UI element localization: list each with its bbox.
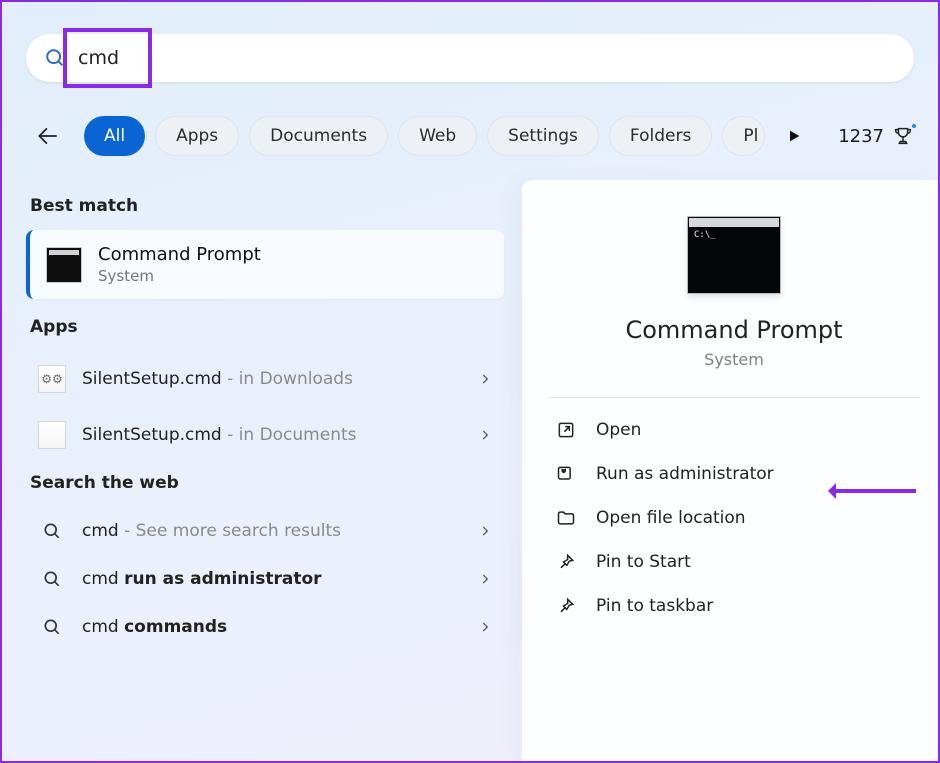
shield-icon xyxy=(554,464,578,484)
web-result-text: cmd - See more search results xyxy=(82,521,462,541)
section-web: Search the web xyxy=(30,473,500,493)
web-result[interactable]: cmd run as administrator xyxy=(26,555,504,603)
chevron-right-icon[interactable] xyxy=(478,572,492,586)
section-apps: Apps xyxy=(30,317,500,337)
action-open[interactable]: Open xyxy=(548,408,920,452)
chevron-right-icon[interactable] xyxy=(478,524,492,538)
filter-bar: AllAppsDocumentsWebSettingsFoldersPl 123… xyxy=(26,112,914,160)
app-result-text: SilentSetup.cmd - in Documents xyxy=(82,425,462,445)
search-icon xyxy=(38,617,66,637)
filter-pill-apps[interactable]: Apps xyxy=(155,116,239,156)
open-icon xyxy=(554,420,578,440)
best-match-subtitle: System xyxy=(98,267,261,285)
filter-pill-documents[interactable]: Documents xyxy=(249,116,388,156)
action-label: Pin to Start xyxy=(596,552,691,572)
chevron-right-icon[interactable] xyxy=(478,372,492,386)
filter-pill-web[interactable]: Web xyxy=(398,116,477,156)
app-result[interactable]: SilentSetup.cmd - in Documents xyxy=(26,407,504,463)
action-label: Open xyxy=(596,420,641,440)
detail-title: Command Prompt xyxy=(548,316,920,344)
action-label: Pin to taskbar xyxy=(596,596,713,616)
back-button[interactable] xyxy=(26,114,70,158)
web-result[interactable]: cmd commands xyxy=(26,603,504,651)
filter-pill-all[interactable]: All xyxy=(84,116,145,156)
app-result[interactable]: ⚙⚙ SilentSetup.cmd - in Downloads xyxy=(26,351,504,407)
detail-app-icon xyxy=(687,216,781,294)
search-icon xyxy=(44,47,66,69)
chevron-right-icon[interactable] xyxy=(478,428,492,442)
best-match-result[interactable]: Command Prompt System xyxy=(26,230,504,299)
action-label: Run as administrator xyxy=(596,464,774,484)
trophy-icon xyxy=(892,125,914,147)
app-result-text: SilentSetup.cmd - in Downloads xyxy=(82,369,462,389)
search-bar[interactable] xyxy=(26,34,914,82)
pin-icon xyxy=(554,596,578,616)
rewards-points[interactable]: 1237 xyxy=(838,125,914,147)
best-match-title: Command Prompt xyxy=(98,244,261,265)
web-result-text: cmd commands xyxy=(82,617,462,637)
section-best-match: Best match xyxy=(30,196,500,216)
results-column: Best match Command Prompt System Apps ⚙⚙… xyxy=(2,180,522,761)
web-result-text: cmd run as administrator xyxy=(82,569,462,589)
search-icon xyxy=(38,521,66,541)
filter-pill-pl[interactable]: Pl xyxy=(722,116,765,156)
search-icon xyxy=(38,569,66,589)
cmd-icon xyxy=(46,247,82,283)
action-pintask[interactable]: Pin to taskbar xyxy=(548,584,920,628)
filter-pill-settings[interactable]: Settings xyxy=(487,116,599,156)
rewards-points-value: 1237 xyxy=(838,126,884,147)
folder-icon xyxy=(554,508,578,528)
web-result[interactable]: cmd - See more search results xyxy=(26,507,504,555)
file-icon xyxy=(38,421,66,449)
detail-subtitle: System xyxy=(548,350,920,369)
action-label: Open file location xyxy=(596,508,746,528)
search-input[interactable] xyxy=(78,47,896,69)
filter-scroll-forward[interactable] xyxy=(777,119,811,153)
file-icon: ⚙⚙ xyxy=(38,365,66,393)
pin-icon xyxy=(554,552,578,572)
action-loc[interactable]: Open file location xyxy=(548,496,920,540)
annotation-arrow-run-admin xyxy=(832,489,916,493)
action-pinstart[interactable]: Pin to Start xyxy=(548,540,920,584)
divider xyxy=(548,397,920,398)
filter-pill-folders[interactable]: Folders xyxy=(609,116,712,156)
chevron-right-icon[interactable] xyxy=(478,620,492,634)
detail-panel: Command Prompt System Open Run as adminis… xyxy=(522,180,938,761)
